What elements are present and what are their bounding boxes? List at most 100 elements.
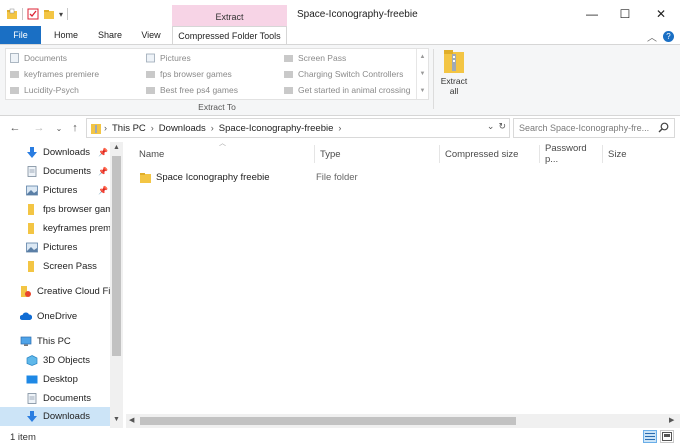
search-box[interactable]: Search Space-Iconography-fre... bbox=[513, 118, 675, 138]
customize-toolbar-icon[interactable]: ▾ bbox=[59, 10, 63, 19]
nav-item-pictures-pinned[interactable]: Pictures 📌 bbox=[0, 181, 110, 199]
breadcrumb-separator-icon: › bbox=[210, 123, 214, 133]
gallery-scroll-down-icon[interactable]: ▼ bbox=[420, 71, 426, 77]
nav-item-screen-pass[interactable]: Screen Pass bbox=[0, 257, 110, 275]
folder-icon bbox=[10, 87, 19, 94]
gallery-item-fps-browser-games[interactable]: fps browser games bbox=[146, 67, 232, 81]
close-button[interactable]: ✕ bbox=[652, 6, 670, 22]
nav-item-label: keyframes premi bbox=[43, 222, 110, 234]
nav-item-documents[interactable]: Documents bbox=[0, 389, 110, 407]
nav-item-3d-objects[interactable]: 3D Objects bbox=[0, 351, 110, 369]
tab-home[interactable]: Home bbox=[46, 26, 86, 44]
nav-item-label: 3D Objects bbox=[43, 354, 90, 366]
nav-item-desktop[interactable]: Desktop bbox=[0, 370, 110, 388]
nav-item-label: Downloads bbox=[43, 411, 90, 422]
computer-icon bbox=[20, 336, 32, 346]
column-header-size[interactable]: Size bbox=[603, 145, 663, 163]
address-bar[interactable]: › This PC › Downloads › Space-Iconograph… bbox=[86, 118, 510, 138]
folder-icon bbox=[28, 260, 34, 272]
scroll-up-icon[interactable]: ▲ bbox=[112, 144, 121, 151]
breadcrumb-current-folder[interactable]: Space-Iconography-freebie bbox=[219, 123, 334, 134]
nav-item-fps-browser-games[interactable]: fps browser gam bbox=[0, 200, 110, 218]
toolbar-divider bbox=[22, 8, 23, 20]
gallery-expand-icon[interactable]: ▼ bbox=[420, 88, 426, 94]
scrollbar-thumb[interactable] bbox=[140, 417, 516, 425]
nav-item-label: This PC bbox=[37, 335, 71, 347]
toolbar-divider bbox=[67, 8, 69, 20]
pin-icon: 📌 bbox=[98, 185, 108, 195]
column-header-name[interactable]: Name bbox=[134, 145, 315, 163]
navigation-row: ← → ⌄ ↑ › This PC › Downloads › Space-Ic… bbox=[0, 117, 680, 139]
properties-checkbox-icon[interactable] bbox=[27, 8, 39, 20]
address-history-chevron-down-icon[interactable]: ⌄ bbox=[487, 121, 495, 132]
desktop-icon bbox=[26, 375, 38, 383]
gallery-item-keyframes-premiere[interactable]: keyframes premiere bbox=[10, 67, 99, 81]
nav-item-downloads-pinned[interactable]: Downloads 📌 bbox=[0, 143, 110, 161]
refresh-icon[interactable]: ↻ bbox=[498, 121, 506, 132]
table-row[interactable]: Space Iconography freebie File folder bbox=[140, 168, 358, 186]
scroll-down-icon[interactable]: ▼ bbox=[112, 416, 121, 423]
gallery-item-best-free-ps4-games[interactable]: Best free ps4 games bbox=[146, 83, 238, 97]
scroll-left-icon[interactable]: ◀ bbox=[129, 416, 134, 424]
nav-item-keyframes-premiere[interactable]: keyframes premi bbox=[0, 219, 110, 237]
search-icon[interactable] bbox=[658, 122, 669, 133]
nav-pane-scrollbar[interactable]: ▲ ▼ bbox=[110, 142, 123, 428]
gallery-item-documents[interactable]: Documents bbox=[10, 51, 67, 65]
pictures-icon bbox=[26, 242, 38, 252]
nav-item-label: Documents bbox=[43, 165, 92, 177]
status-bar: 1 item bbox=[0, 428, 680, 446]
nav-item-label: Screen Pass bbox=[43, 260, 97, 272]
gallery-item-lucidity-psych[interactable]: Lucidity-Psych bbox=[10, 83, 79, 97]
nav-item-documents-pinned[interactable]: Documents 📌 bbox=[0, 162, 110, 180]
extract-all-label-1: Extract bbox=[440, 76, 468, 86]
extract-all-button[interactable]: Extract all bbox=[438, 48, 470, 100]
forward-arrow-icon[interactable]: → bbox=[32, 121, 46, 135]
collapse-ribbon-icon[interactable]: ︿ bbox=[647, 29, 657, 44]
help-icon[interactable]: ? bbox=[663, 31, 674, 42]
tab-file[interactable]: File bbox=[0, 26, 41, 44]
nav-item-onedrive[interactable]: OneDrive bbox=[0, 307, 110, 325]
nav-item-creative-cloud-files[interactable]: Creative Cloud File bbox=[0, 282, 110, 300]
gallery-item-animal-crossing[interactable]: Get started in animal crossing bbox=[284, 83, 410, 97]
extract-to-gallery: Documents keyframes premiere Lucidity-Ps… bbox=[5, 48, 429, 100]
scrollbar-thumb[interactable] bbox=[112, 156, 121, 356]
documents-icon bbox=[27, 392, 37, 404]
column-header-compressed-size[interactable]: Compressed size bbox=[440, 145, 540, 163]
large-icons-view-icon[interactable] bbox=[660, 430, 674, 443]
gallery-scroll-up-icon[interactable]: ▲ bbox=[420, 54, 426, 60]
row-type: File folder bbox=[316, 171, 358, 183]
breadcrumb-separator-icon: › bbox=[104, 123, 107, 133]
breadcrumb-downloads[interactable]: Downloads bbox=[159, 123, 206, 134]
nav-item-pictures[interactable]: Pictures bbox=[0, 238, 110, 256]
minimize-button[interactable]: — bbox=[583, 6, 601, 22]
item-count: 1 item bbox=[10, 432, 36, 443]
scroll-right-icon[interactable]: ▶ bbox=[669, 416, 674, 424]
horizontal-scrollbar[interactable]: ◀ ▶ bbox=[126, 414, 680, 428]
search-input[interactable]: Search Space-Iconography-fre... bbox=[519, 123, 649, 133]
nav-item-label: Downloads bbox=[43, 146, 90, 158]
back-arrow-icon[interactable]: ← bbox=[8, 121, 22, 135]
column-header-type[interactable]: Type bbox=[315, 145, 440, 163]
address-bar-controls: ⌄ ↻ bbox=[487, 121, 506, 132]
up-arrow-icon[interactable]: ↑ bbox=[68, 121, 82, 135]
nav-item-downloads[interactable]: Downloads bbox=[0, 407, 110, 426]
tab-share[interactable]: Share bbox=[90, 26, 130, 44]
new-folder-icon[interactable] bbox=[43, 8, 55, 20]
gallery-item-screen-pass[interactable]: Screen Pass bbox=[284, 51, 346, 65]
pin-icon: 📌 bbox=[98, 166, 108, 176]
gallery-item-pictures[interactable]: Pictures bbox=[146, 51, 191, 65]
breadcrumb-this-pc[interactable]: This PC bbox=[112, 123, 146, 134]
gallery-item-charging-switch-controllers[interactable]: Charging Switch Controllers bbox=[284, 67, 403, 81]
recent-locations-icon[interactable]: ⌄ bbox=[52, 121, 66, 135]
zip-folder-icon bbox=[91, 124, 101, 134]
maximize-button[interactable]: ☐ bbox=[616, 6, 634, 22]
gallery-item-label: Screen Pass bbox=[298, 53, 347, 63]
3d-objects-icon bbox=[26, 354, 38, 366]
tab-compressed-folder-tools[interactable]: Compressed Folder Tools bbox=[172, 26, 287, 45]
nav-item-this-pc[interactable]: This PC bbox=[0, 332, 110, 350]
column-header-password-protected[interactable]: Password p... bbox=[540, 143, 603, 165]
details-view-icon[interactable] bbox=[643, 430, 657, 443]
file-list: ︿ Name Type Compressed size Password p..… bbox=[126, 140, 680, 428]
tab-view[interactable]: View bbox=[132, 26, 170, 44]
folder-icon bbox=[7, 8, 17, 19]
